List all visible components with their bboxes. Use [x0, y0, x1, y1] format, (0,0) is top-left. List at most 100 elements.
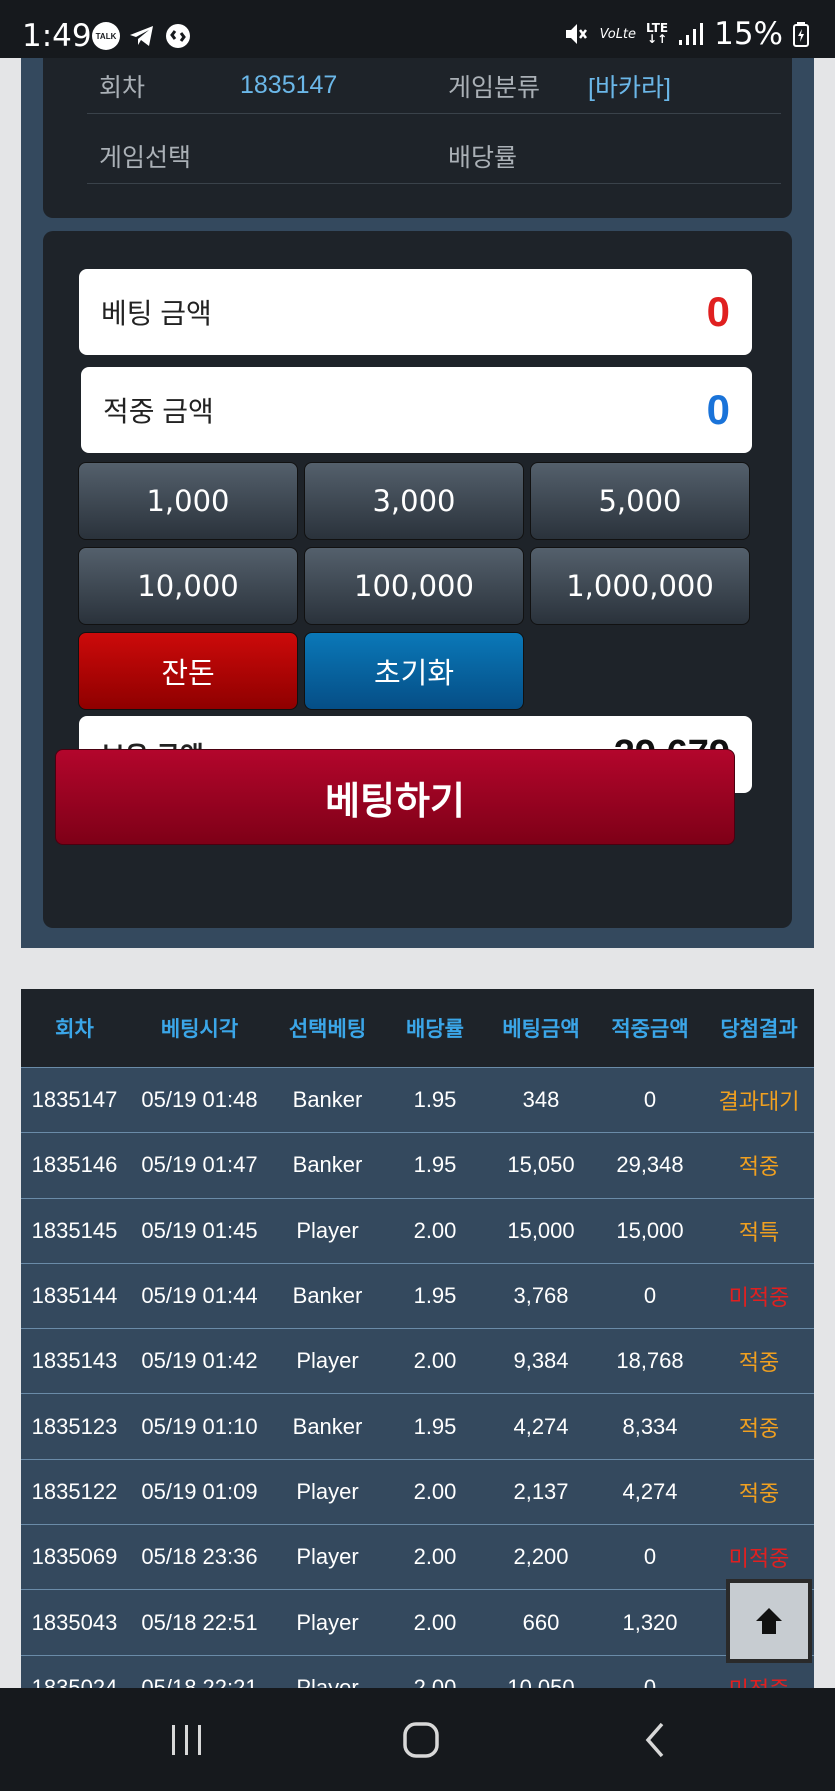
cell-round: 1835043 — [31, 1609, 118, 1635]
cell-result: 미적중 — [728, 1285, 790, 1311]
chip-1000-button[interactable]: 1,000 — [78, 462, 298, 540]
home-icon — [403, 1722, 439, 1758]
cell-bet-amount: 2,137 — [513, 1478, 569, 1504]
cell-bet-time: 05/18 23:36 — [141, 1544, 258, 1570]
cell-odds: 2.00 — [413, 1217, 457, 1243]
header-bet-amount: 베팅금액 — [502, 1018, 580, 1041]
cell-odds: 2.00 — [413, 1478, 457, 1504]
round-label: 회차 — [99, 73, 146, 102]
bet-amount-value: 0 — [706, 288, 730, 335]
cell-win-amount: 29,348 — [616, 1152, 684, 1178]
header-bet-time: 베팅시각 — [160, 1018, 239, 1041]
table-row[interactable]: 1835147 05/19 01:48 Banker 1.95 348 0 결과… — [21, 1067, 814, 1133]
cell-selection: Player — [296, 1478, 359, 1504]
system-icons: VoLte LTE ↓↑ 15% — [564, 16, 809, 52]
cell-win-amount: 8,334 — [622, 1413, 678, 1439]
cell-bet-amount: 4,274 — [513, 1413, 569, 1439]
lte-label: LTE — [646, 21, 669, 35]
cell-bet-amount: 348 — [522, 1087, 560, 1113]
table-header: 회차 베팅시각 선택베팅 배당률 베팅금액 적중금액 당첨결과 — [21, 989, 814, 1067]
signal-icon — [679, 23, 704, 45]
table-row[interactable]: 1835143 05/19 01:42 Player 2.00 9,384 18… — [21, 1328, 814, 1394]
table-row[interactable]: 1835122 05/19 01:09 Player 2.00 2,137 4,… — [21, 1458, 814, 1525]
change-button[interactable]: 잔돈 — [78, 632, 298, 710]
odds-row: 배당률 — [436, 128, 781, 184]
cell-odds: 2.00 — [413, 1348, 457, 1374]
cell-result: 결과대기 — [718, 1089, 800, 1115]
cell-bet-time: 05/19 01:42 — [141, 1348, 258, 1374]
cell-selection: Banker — [292, 1087, 363, 1113]
kakaotalk-icon: TALK — [92, 22, 120, 50]
cell-bet-time: 05/19 01:47 — [141, 1152, 258, 1178]
cell-odds: 1.95 — [413, 1283, 457, 1309]
cell-selection: Player — [296, 1609, 359, 1635]
back-icon — [645, 1722, 664, 1758]
header-result: 당첨결과 — [720, 1018, 798, 1041]
battery-icon — [793, 22, 809, 47]
scroll-to-top-button[interactable] — [726, 1579, 812, 1663]
cell-result: 적중 — [738, 1154, 780, 1180]
round-value: 1835147 — [240, 71, 338, 99]
table-row[interactable]: 1835145 05/19 01:45 Player 2.00 15,000 1… — [21, 1197, 814, 1263]
cell-round: 1835145 — [31, 1217, 118, 1243]
game-type-value: [바카라] — [588, 73, 671, 102]
cell-bet-time: 05/18 22:51 — [141, 1609, 258, 1635]
chip-10000-button[interactable]: 10,000 — [78, 547, 298, 625]
cell-bet-amount: 3,768 — [513, 1283, 569, 1309]
table-row[interactable]: 1835123 05/19 01:10 Banker 1.95 4,274 8,… — [21, 1393, 814, 1459]
reset-button[interactable]: 초기화 — [304, 632, 524, 710]
cell-bet-amount: 2,200 — [513, 1544, 569, 1570]
status-bar: 1:49 TALK VoLte LTE ↓↑ 15% — [0, 0, 835, 58]
bet-amount-label: 베팅 금액 — [101, 298, 212, 329]
cell-odds: 2.00 — [413, 1609, 457, 1635]
table-row[interactable]: 1835146 05/19 01:47 Banker 1.95 15,050 2… — [21, 1132, 814, 1198]
chip-100000-button[interactable]: 100,000 — [304, 547, 524, 625]
win-amount-value: 0 — [706, 386, 730, 433]
cell-round: 1835143 — [31, 1348, 118, 1374]
cell-odds: 2.00 — [413, 1544, 457, 1570]
game-type-row: 게임분류 [바카라] — [436, 58, 781, 114]
table-row[interactable]: 1835144 05/19 01:44 Banker 1.95 3,768 0 … — [21, 1262, 814, 1329]
cell-selection: Player — [296, 1348, 359, 1374]
cell-result: 적중 — [738, 1480, 780, 1506]
header-odds: 배당률 — [406, 1018, 464, 1041]
win-amount-field: 적중 금액 0 — [81, 367, 752, 453]
bet-history-table: 회차 베팅시각 선택베팅 배당률 베팅금액 적중금액 당첨결과 1835147 … — [21, 989, 814, 1720]
lte-indicator: LTE ↓↑ — [646, 21, 669, 46]
cell-win-amount: 18,768 — [616, 1348, 684, 1374]
header-selection: 선택베팅 — [288, 1018, 367, 1041]
cell-win-amount: 0 — [643, 1283, 657, 1309]
table-row[interactable]: 1835043 05/18 22:51 Player 2.00 660 1,32… — [21, 1589, 814, 1655]
cell-win-amount: 4,274 — [622, 1478, 678, 1504]
cell-round: 1835069 — [31, 1544, 118, 1570]
cell-result: 적중 — [738, 1415, 780, 1441]
round-row: 회차 1835147 — [87, 58, 453, 114]
cell-selection: Banker — [292, 1283, 363, 1309]
cell-selection: Banker — [292, 1152, 363, 1178]
cell-selection: Player — [296, 1217, 359, 1243]
volte-indicator: VoLte — [599, 26, 637, 42]
chip-3000-button[interactable]: 3,000 — [304, 462, 524, 540]
table-row[interactable]: 1835069 05/18 23:36 Player 2.00 2,200 0 … — [21, 1524, 814, 1590]
cell-win-amount: 0 — [643, 1087, 657, 1113]
home-button[interactable] — [391, 1718, 451, 1762]
cell-bet-amount: 660 — [522, 1609, 560, 1635]
chip-1000000-button[interactable]: 1,000,000 — [530, 547, 750, 625]
bet-amount-field: 베팅 금액 0 — [79, 269, 752, 355]
recent-apps-button[interactable] — [157, 1718, 217, 1762]
place-bet-button[interactable]: 베팅하기 — [55, 749, 735, 845]
back-button[interactable] — [625, 1718, 685, 1762]
header-round: 회차 — [55, 1018, 94, 1041]
clock: 1:49 — [22, 18, 92, 54]
game-select-label: 게임선택 — [99, 143, 192, 172]
cell-win-amount: 15,000 — [616, 1217, 684, 1243]
cell-result: 적중 — [738, 1350, 780, 1376]
cell-odds: 1.95 — [413, 1413, 457, 1439]
chip-5000-button[interactable]: 5,000 — [530, 462, 750, 540]
cell-round: 1835146 — [31, 1152, 118, 1178]
cell-selection: Player — [296, 1544, 359, 1570]
recent-apps-icon — [172, 1725, 201, 1755]
telegram-icon — [128, 22, 156, 50]
odds-label: 배당률 — [448, 143, 518, 172]
cell-result: 적특 — [738, 1219, 780, 1245]
